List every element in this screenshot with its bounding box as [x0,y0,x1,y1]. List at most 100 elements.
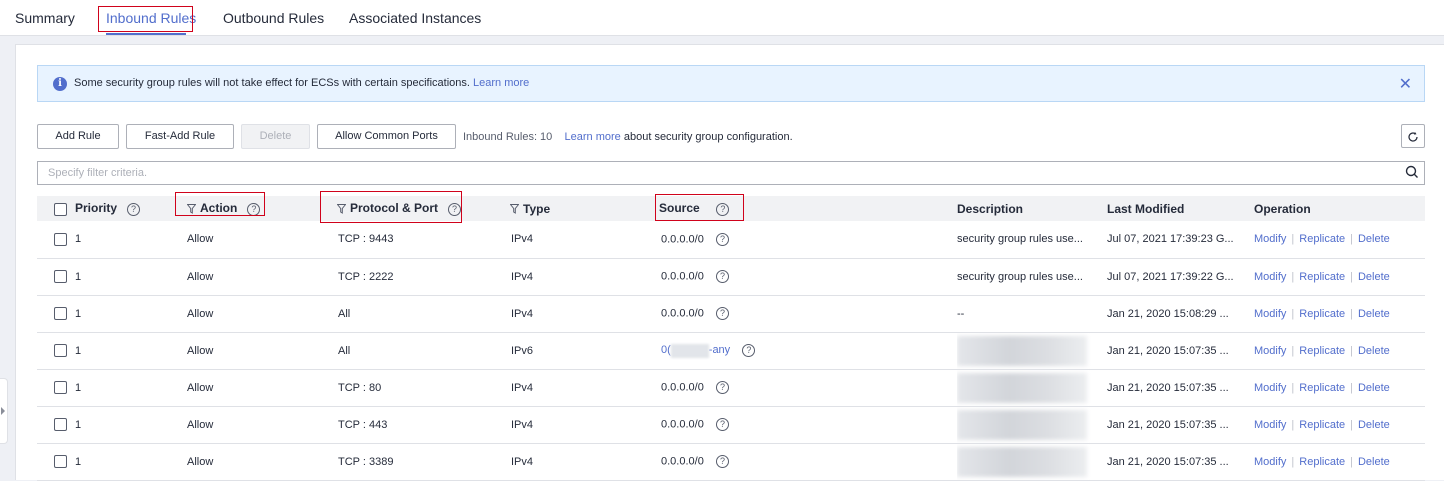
modify-link[interactable]: Modify [1254,233,1286,245]
help-icon[interactable]: ? [127,202,141,216]
separator: | [1350,344,1353,357]
priority-value: 1 [75,344,82,357]
select-all-checkbox[interactable] [54,202,67,216]
delete-link[interactable]: Delete [1358,419,1390,431]
delete-link[interactable]: Delete [1358,308,1390,320]
separator: | [1291,455,1295,468]
filter-icon[interactable] [337,204,346,215]
close-icon[interactable]: ✕ [1399,74,1412,94]
delete-button[interactable]: Delete [241,124,310,149]
delete-link[interactable]: Delete [1358,382,1390,394]
table-row: 1 Allow TCP : 2222 IPv4 0.0.0.0/0 ? security … [37,258,1425,296]
source-value: 0.0.0.0/0 [661,307,704,320]
modify-link[interactable]: Modify [1254,456,1286,468]
separator: | [1291,344,1295,357]
tab-inbound-rules[interactable]: Inbound Rules [106,10,196,26]
replicate-link[interactable]: Replicate [1299,345,1345,357]
collapse-handle[interactable] [0,378,8,444]
help-icon[interactable]: ? [716,202,730,216]
info-icon: i [53,77,67,91]
row-checkbox[interactable] [54,344,67,357]
delete-link[interactable]: Delete [1358,271,1390,283]
protocol-port-value: TCP : 80 [338,381,382,394]
priority-value: 1 [75,381,82,394]
redacted-description [957,446,1087,477]
filter-icon[interactable] [187,204,196,215]
source-value: 0.0.0.0/0 [661,455,704,468]
row-checkbox[interactable] [54,270,67,283]
refresh-button[interactable] [1401,124,1425,148]
row-checkbox[interactable] [54,418,67,431]
col-priority: Priority ? [75,196,180,221]
modify-link[interactable]: Modify [1254,345,1286,357]
table-header: Priority ? Action ? Protocol & Port ? Ty… [37,196,1425,221]
help-icon[interactable]: ? [716,381,730,394]
type-value: IPv6 [511,344,534,357]
source-value: 0.0.0.0/0 [661,233,704,246]
row-checkbox[interactable] [54,307,67,320]
tab-outbound-rules[interactable]: Outbound Rules [223,10,324,26]
delete-link[interactable]: Delete [1358,456,1390,468]
action-value: Allow [187,233,214,246]
replicate-link[interactable]: Replicate [1299,419,1345,431]
help-icon[interactable]: ? [716,455,730,468]
protocol-port-value: All [338,344,351,357]
col-type[interactable]: Type [510,196,659,221]
help-icon[interactable]: ? [448,202,462,216]
help-icon[interactable]: ? [247,202,261,216]
replicate-link[interactable]: Replicate [1299,271,1345,283]
last-modified-value: Jul 07, 2021 17:39:22 G... [1107,270,1234,283]
tab-associated-instances[interactable]: Associated Instances [349,10,481,26]
rules-table: Priority ? Action ? Protocol & Port ? Ty… [37,196,1425,481]
notice-learn-more-link[interactable]: Learn more [473,77,529,89]
replicate-link[interactable]: Replicate [1299,233,1345,245]
protocol-port-value: TCP : 443 [338,418,388,431]
table-row: 1 Allow All IPv4 0.0.0.0/0 ? -- Jan 21, 2020 1… [37,295,1425,333]
help-icon[interactable]: ? [742,344,756,357]
help-icon[interactable]: ? [716,418,730,431]
replicate-link[interactable]: Replicate [1299,382,1345,394]
separator: | [1350,381,1353,394]
separator: | [1350,455,1353,468]
last-modified-value: Jan 21, 2020 15:07:35 ... [1107,344,1229,357]
modify-link[interactable]: Modify [1254,308,1286,320]
modify-link[interactable]: Modify [1254,419,1286,431]
priority-value: 1 [75,270,82,283]
source-link[interactable]: 0(-any [661,343,730,358]
source-value: 0.0.0.0/0 [661,270,704,283]
replicate-link[interactable]: Replicate [1299,456,1345,468]
help-icon[interactable]: ? [716,307,730,320]
col-action[interactable]: Action ? [180,196,330,221]
table-row: 1 Allow TCP : 3389 IPv4 0.0.0.0/0 ? Jan 21, 2… [37,443,1425,481]
delete-link[interactable]: Delete [1358,345,1390,357]
add-rule-button[interactable]: Add Rule [37,124,119,149]
modify-link[interactable]: Modify [1254,271,1286,283]
table-row: 1 Allow TCP : 443 IPv4 0.0.0.0/0 ? Jan 21, 20… [37,406,1425,444]
filter-input[interactable] [37,161,1425,185]
col-protocol-port[interactable]: Protocol & Port ? [330,196,510,221]
help-icon[interactable]: ? [716,270,730,283]
allow-common-ports-button[interactable]: Allow Common Ports [317,124,456,149]
modify-link[interactable]: Modify [1254,382,1286,394]
search-icon[interactable] [1404,164,1420,180]
type-value: IPv4 [511,381,534,394]
action-value: Allow [187,455,214,468]
protocol-port-value: TCP : 2222 [338,270,394,283]
action-value: Allow [187,381,214,394]
tab-summary[interactable]: Summary [15,10,75,26]
last-modified-value: Jan 21, 2020 15:07:35 ... [1107,455,1229,468]
help-icon[interactable]: ? [716,232,730,246]
type-value: IPv4 [511,418,534,431]
row-checkbox[interactable] [54,232,67,246]
table-row: 1 Allow TCP : 9443 IPv4 0.0.0.0/0 ? security … [37,221,1425,259]
type-value: IPv4 [511,233,534,246]
filter-icon[interactable] [510,204,519,215]
fast-add-rule-button[interactable]: Fast-Add Rule [126,124,234,149]
learn-more-link[interactable]: Learn more [565,131,621,143]
notice-message: Some security group rules will not take … [74,77,530,89]
delete-link[interactable]: Delete [1358,233,1390,245]
row-checkbox[interactable] [54,455,67,468]
row-checkbox[interactable] [54,381,67,394]
rules-info: Inbound Rules: 10 Learn more about secur… [463,131,793,143]
replicate-link[interactable]: Replicate [1299,308,1345,320]
